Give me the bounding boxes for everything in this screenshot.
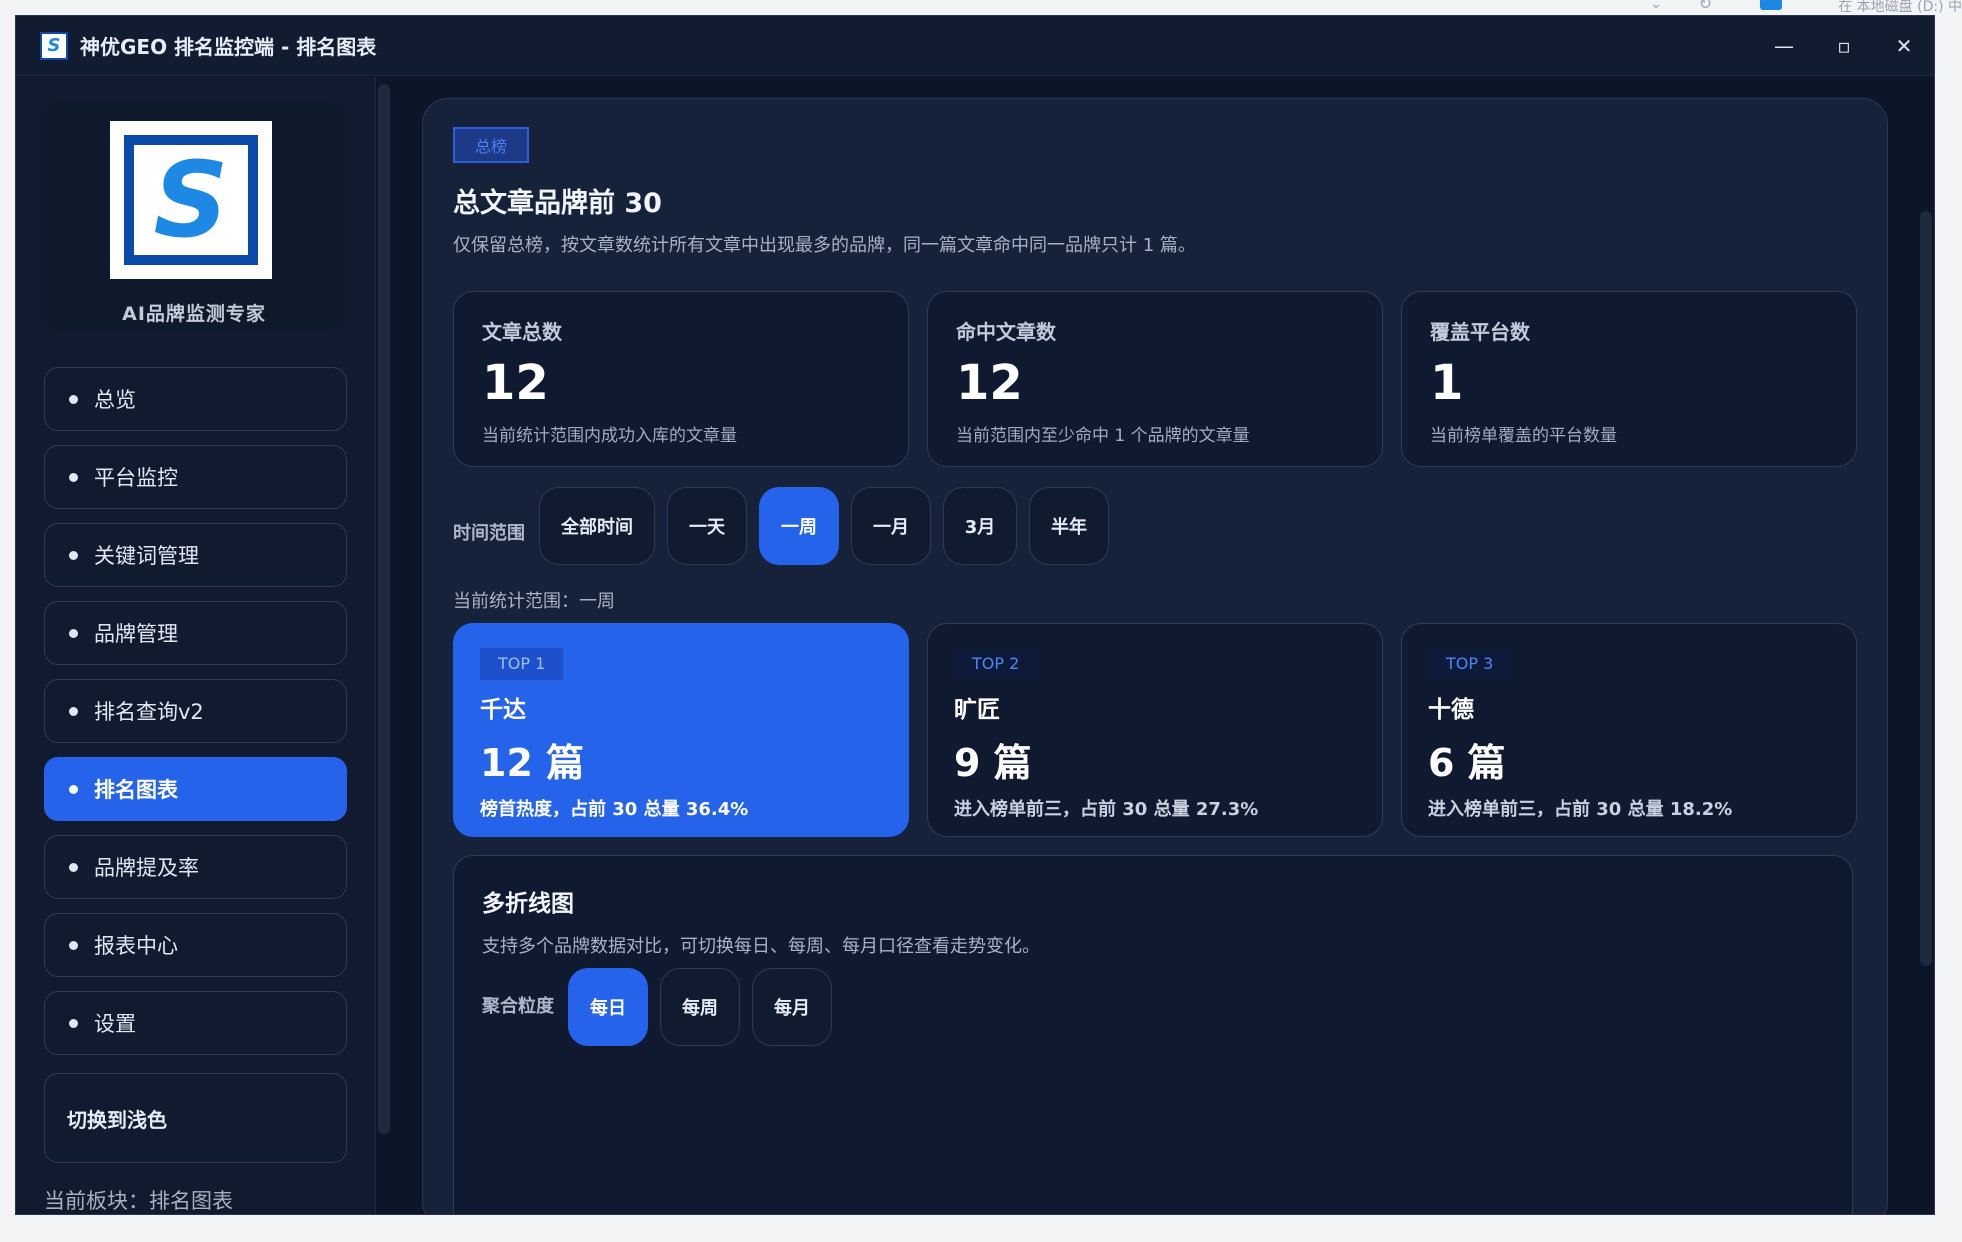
stat-note: 当前范围内至少命中 1 个品牌的文章量	[956, 426, 1250, 446]
logo-caption: AI品牌监测专家	[122, 303, 266, 325]
brand-logo-icon: S	[110, 121, 272, 279]
time-range-label: 时间范围	[453, 523, 525, 544]
section-description: 仅保留总榜，按文章数统计所有文章中出现最多的品牌，同一篇文章命中同一品牌只计 1…	[453, 235, 1196, 256]
sidebar-item-report-center[interactable]: 报表中心	[44, 913, 347, 977]
sidebar-item-label: 总览	[94, 388, 136, 412]
range-one-day-button[interactable]: 一天	[667, 487, 747, 565]
sidebar-item-label: 排名图表	[94, 778, 178, 802]
minimize-button[interactable]: —	[1754, 16, 1814, 76]
top-rank-badge: TOP 3	[1428, 648, 1512, 680]
theme-toggle-button[interactable]: 切换到浅色	[44, 1073, 347, 1163]
sidebar-item-ranking-chart[interactable]: 排名图表	[44, 757, 347, 821]
stat-value: 1	[1430, 355, 1464, 411]
stat-note: 当前榜单覆盖的平台数量	[1430, 426, 1617, 446]
sidebar-item-brand-mention-rate[interactable]: 品牌提及率	[44, 835, 347, 899]
bullet-icon	[69, 628, 78, 638]
window-title: 神优GEO 排名监控端 - 排名图表	[80, 35, 377, 59]
sidebar-item-platform-monitor[interactable]: 平台监控	[44, 445, 347, 509]
sidebar-item-label: 设置	[94, 1012, 136, 1036]
sidebar-item-brand-management[interactable]: 品牌管理	[44, 601, 347, 665]
range-half-year-button[interactable]: 半年	[1029, 487, 1109, 565]
sidebar-scrollbar[interactable]	[378, 84, 390, 1134]
bullet-icon	[69, 940, 78, 950]
sidebar-item-label: 品牌管理	[94, 622, 178, 646]
bullet-icon	[69, 706, 78, 716]
aggregation-label: 聚合粒度	[482, 996, 554, 1017]
stat-card-platform-count: 覆盖平台数 1 当前榜单覆盖的平台数量	[1401, 291, 1857, 467]
top-brand-name: 旷匠	[954, 697, 1000, 723]
title-bar[interactable]: S 神优GEO 排名监控端 - 排名图表 — ▫ ✕	[16, 16, 1934, 76]
search-app-icon	[1760, 0, 1782, 10]
range-three-months-button[interactable]: 3月	[943, 487, 1017, 565]
sidebar: S AI品牌监测专家 总览 平台监控 关键词管理 品牌管理 排名查询v2 排名图…	[16, 77, 376, 1214]
stat-card-total-articles: 文章总数 12 当前统计范围内成功入库的文章量	[453, 291, 909, 467]
logo-frame: S	[124, 135, 258, 265]
section-tag-badge: 总榜	[453, 127, 529, 163]
sidebar-item-label: 排名查询v2	[94, 700, 204, 724]
top-article-count: 9 篇	[954, 741, 1032, 785]
sidebar-item-label: 关键词管理	[94, 544, 199, 568]
sidebar-item-settings[interactable]: 设置	[44, 991, 347, 1055]
desktop-address-hint: 在 本地磁盘 (D:) 中	[1838, 0, 1962, 15]
current-range-text: 当前统计范围：一周	[453, 591, 615, 612]
top-rank-badge: TOP 1	[480, 648, 564, 680]
sidebar-item-overview[interactable]: 总览	[44, 367, 347, 431]
stat-label: 命中文章数	[956, 320, 1056, 344]
bullet-icon	[69, 1018, 78, 1028]
current-module-text: 当前板块：排名图表	[44, 1189, 233, 1213]
top-share-note: 进入榜单前三，占前 30 总量 18.2%	[1428, 799, 1733, 820]
app-window: S 神优GEO 排名监控端 - 排名图表 — ▫ ✕ S AI品牌监测专家 总览…	[15, 15, 1935, 1215]
range-all-time-button[interactable]: 全部时间	[539, 487, 655, 565]
desktop-background-hint: ⌄ ↻ 在 本地磁盘 (D:) 中	[1532, 0, 1962, 16]
agg-daily-button[interactable]: 每日	[568, 968, 648, 1046]
top-brand-name: 十德	[1428, 697, 1474, 723]
chart-description: 支持多个品牌数据对比，可切换每日、每周、每月口径查看走势变化。	[482, 936, 1040, 957]
stat-label: 文章总数	[482, 320, 562, 344]
top-card-2: TOP 2 旷匠 9 篇 进入榜单前三，占前 30 总量 27.3%	[927, 623, 1383, 837]
top-article-count: 12 篇	[480, 741, 585, 785]
top-article-count: 6 篇	[1428, 741, 1506, 785]
stat-note: 当前统计范围内成功入库的文章量	[482, 426, 737, 446]
sidebar-item-label: 平台监控	[94, 466, 178, 490]
close-button[interactable]: ✕	[1874, 16, 1934, 76]
top-card-3: TOP 3 十德 6 篇 进入榜单前三，占前 30 总量 18.2%	[1401, 623, 1857, 837]
sidebar-item-keyword-management[interactable]: 关键词管理	[44, 523, 347, 587]
maximize-button[interactable]: ▫	[1814, 16, 1874, 76]
bullet-icon	[69, 862, 78, 872]
stat-card-hit-articles: 命中文章数 12 当前范围内至少命中 1 个品牌的文章量	[927, 291, 1383, 467]
agg-monthly-button[interactable]: 每月	[752, 968, 832, 1046]
main-scrollbar[interactable]	[1920, 211, 1932, 966]
logo-s-glyph-icon: S	[153, 139, 229, 261]
top-brand-name: 千达	[480, 697, 526, 723]
window-controls: — ▫ ✕	[1754, 16, 1934, 76]
stat-label: 覆盖平台数	[1430, 320, 1530, 344]
sidebar-item-label: 品牌提及率	[94, 856, 199, 880]
range-one-week-button[interactable]: 一周	[759, 487, 839, 565]
stat-value: 12	[482, 355, 549, 411]
top-share-note: 进入榜单前三，占前 30 总量 27.3%	[954, 799, 1259, 820]
bullet-icon	[69, 472, 78, 482]
sidebar-item-label: 报表中心	[94, 934, 178, 958]
section-title: 总文章品牌前 30	[453, 188, 662, 219]
agg-weekly-button[interactable]: 每周	[660, 968, 740, 1046]
top-share-note: 榜首热度，占前 30 总量 36.4%	[480, 799, 749, 820]
ranking-panel: 总榜 总文章品牌前 30 仅保留总榜，按文章数统计所有文章中出现最多的品牌，同一…	[422, 98, 1888, 1214]
logo-panel: S AI品牌监测专家	[44, 101, 344, 331]
range-one-month-button[interactable]: 一月	[851, 487, 931, 565]
top-card-1: TOP 1 千达 12 篇 榜首热度，占前 30 总量 36.4%	[453, 623, 909, 837]
chart-title: 多折线图	[482, 891, 574, 917]
bullet-icon	[69, 784, 78, 794]
chevron-down-icon: ⌄	[1650, 0, 1662, 12]
multi-line-chart-card: 多折线图 支持多个品牌数据对比，可切换每日、每周、每月口径查看走势变化。 聚合粒…	[453, 855, 1853, 1214]
bullet-icon	[69, 394, 78, 404]
stat-value: 12	[956, 355, 1023, 411]
sidebar-item-ranking-query-v2[interactable]: 排名查询v2	[44, 679, 347, 743]
bullet-icon	[69, 550, 78, 560]
top-rank-badge: TOP 2	[954, 648, 1038, 680]
sidebar-nav: 总览 平台监控 关键词管理 品牌管理 排名查询v2 排名图表 品牌提及率 报表中…	[44, 367, 347, 1069]
app-logo-icon: S	[40, 31, 68, 60]
refresh-icon: ↻	[1698, 0, 1712, 13]
